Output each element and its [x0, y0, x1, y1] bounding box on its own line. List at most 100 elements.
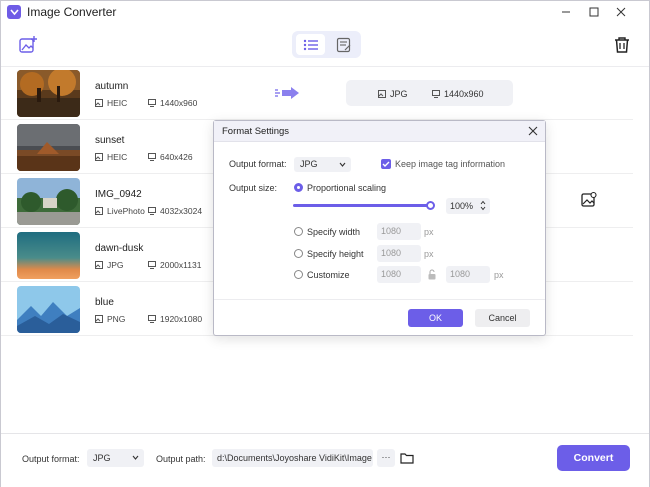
- add-image-icon[interactable]: [18, 35, 38, 55]
- dialog-title: Format Settings: [222, 126, 290, 137]
- thumbnail-dawn-dusk: [17, 232, 80, 279]
- file-size: 640x426: [148, 152, 193, 162]
- file-row[interactable]: autumn HEIC 1440x960: [1, 67, 633, 120]
- file-format: JPG: [95, 260, 124, 270]
- list-view-icon[interactable]: [296, 34, 325, 55]
- file-format: LivePhoto: [95, 206, 145, 216]
- app-title: Image Converter: [27, 5, 117, 19]
- output-path-label: Output path:: [156, 454, 206, 464]
- output-format-label: Output format:: [22, 454, 80, 464]
- specify-height-radio[interactable]: [294, 249, 303, 258]
- convert-button[interactable]: Convert: [557, 445, 630, 471]
- checkmark-icon: [382, 161, 390, 167]
- specify-width-radio[interactable]: [294, 227, 303, 236]
- dialog-output-format-select[interactable]: JPG: [294, 157, 351, 172]
- app-logo-icon: [7, 5, 21, 19]
- file-format-label: HEIC: [107, 152, 128, 162]
- file-size-label: 2000x1131: [160, 260, 202, 270]
- output-format-value: JPG: [93, 453, 111, 463]
- image-icon: [95, 207, 103, 215]
- output-format: JPG: [378, 89, 408, 99]
- customize-height-input[interactable]: 1080: [446, 266, 490, 283]
- monitor-icon: [148, 261, 156, 269]
- proportional-scaling-radio[interactable]: [294, 183, 303, 192]
- keep-tag-label: Keep image tag information: [395, 159, 506, 169]
- monitor-icon: [148, 153, 156, 161]
- customize-radio[interactable]: [294, 270, 303, 279]
- maximize-button[interactable]: [585, 3, 603, 21]
- ok-button[interactable]: OK: [408, 309, 463, 327]
- file-size-label: 4032x3024: [160, 206, 203, 216]
- file-name: dawn-dusk: [95, 243, 144, 254]
- customize-width-input[interactable]: 1080: [377, 266, 421, 283]
- trash-icon[interactable]: [612, 35, 632, 55]
- keep-tag-checkbox[interactable]: [381, 159, 391, 169]
- dialog-output-format-label: Output format:: [229, 159, 287, 169]
- customize-unit: px: [494, 270, 504, 280]
- file-format-label: LivePhoto: [107, 206, 145, 216]
- thumbnail-autumn: [17, 70, 80, 117]
- file-size: 2000x1131: [148, 260, 201, 270]
- output-size-label: Output size:: [229, 183, 278, 193]
- view-toggle: [292, 31, 361, 58]
- convert-arrow-icon: [274, 86, 300, 100]
- file-name: autumn: [95, 81, 129, 92]
- monitor-icon: [432, 90, 440, 98]
- thumbnail-sunset: [17, 124, 80, 171]
- file-name: IMG_0942: [95, 189, 142, 200]
- chevron-down-icon: [132, 455, 139, 460]
- customize-label: Customize: [307, 270, 350, 280]
- minimize-button[interactable]: [557, 3, 575, 21]
- bottom-bar: Output format: JPG Output path: d:\Docum…: [1, 433, 649, 487]
- image-icon: [378, 90, 386, 98]
- stepper-arrows-icon: [480, 200, 486, 211]
- file-size-label: 640x426: [160, 152, 193, 162]
- image-icon: [95, 99, 103, 107]
- output-preview[interactable]: JPG 1440x960: [346, 80, 513, 106]
- monitor-icon: [148, 99, 156, 107]
- browse-more-button[interactable]: ···: [377, 449, 395, 467]
- scale-percent-stepper[interactable]: 100%: [446, 198, 490, 214]
- thumbnail-blue: [17, 286, 80, 333]
- image-icon: [95, 315, 103, 323]
- title-bar: Image Converter: [1, 1, 649, 23]
- edit-image-icon[interactable]: [580, 191, 598, 209]
- chevron-down-icon: [339, 162, 346, 167]
- format-settings-dialog: Format Settings Output format: JPG Keep …: [213, 120, 546, 336]
- specify-height-input[interactable]: 1080: [377, 245, 421, 262]
- file-format: HEIC: [95, 152, 127, 162]
- output-size: 1440x960: [432, 89, 484, 99]
- close-window-button[interactable]: [612, 3, 630, 21]
- monitor-icon: [148, 207, 156, 215]
- width-unit: px: [424, 227, 434, 237]
- folder-icon[interactable]: [400, 451, 414, 465]
- output-path-field[interactable]: d:\Documents\Joyoshare VidiKit\Image: [212, 449, 373, 467]
- file-size: 4032x3024: [148, 206, 202, 216]
- file-format-label: HEIC: [107, 98, 128, 108]
- image-icon: [95, 153, 103, 161]
- specify-height-label: Specify height: [307, 249, 364, 259]
- file-format-label: PNG: [107, 314, 126, 324]
- cancel-button[interactable]: Cancel: [475, 309, 530, 327]
- output-format-label: JPG: [390, 89, 408, 99]
- file-size-label: 1440x960: [160, 98, 198, 108]
- detail-view-icon[interactable]: [329, 34, 358, 55]
- specify-width-label: Specify width: [307, 227, 361, 237]
- scale-slider-track[interactable]: [293, 204, 430, 207]
- file-name: sunset: [95, 135, 125, 146]
- scale-percent-value: 100%: [450, 201, 474, 211]
- output-size-label: 1440x960: [444, 89, 484, 99]
- dialog-divider: [214, 299, 545, 300]
- close-icon[interactable]: [527, 125, 539, 137]
- output-format-select[interactable]: JPG: [87, 449, 144, 467]
- lock-icon[interactable]: [427, 269, 437, 280]
- specify-width-input[interactable]: 1080: [377, 223, 421, 240]
- monitor-icon: [148, 315, 156, 323]
- file-format: HEIC: [95, 98, 127, 108]
- scale-slider-handle[interactable]: [426, 201, 435, 210]
- height-unit: px: [424, 249, 434, 259]
- image-icon: [95, 261, 103, 269]
- file-size-label: 1920x1080: [160, 314, 203, 324]
- file-name: blue: [95, 297, 114, 308]
- dialog-output-format-value: JPG: [300, 159, 318, 169]
